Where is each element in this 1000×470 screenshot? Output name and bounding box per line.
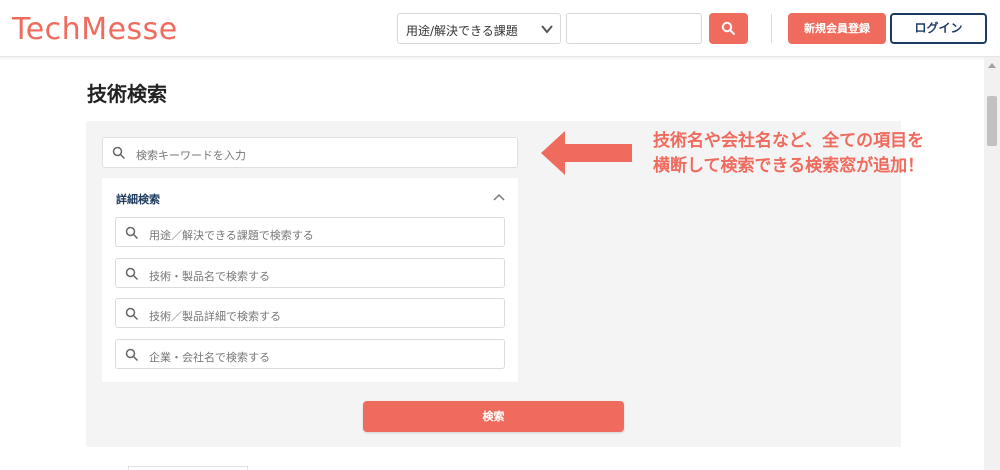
login-button[interactable]: ログイン <box>890 13 987 44</box>
category-select[interactable]: 用途/解決できる課題 <box>397 13 561 44</box>
site-header: TechMesse 用途/解決できる課題 新規会員登録 ログイン <box>0 0 1000 57</box>
chevron-down-icon <box>541 25 553 34</box>
category-select-value: 用途/解決できる課題 <box>406 24 518 38</box>
content-stub <box>128 466 248 470</box>
register-button[interactable]: 新規会員登録 <box>788 13 886 44</box>
search-icon <box>125 226 139 240</box>
search-icon <box>125 348 139 362</box>
header-search-input[interactable] <box>566 13 702 44</box>
field-placeholder: 企業・会社名で検索する <box>149 351 270 364</box>
scroll-up-icon[interactable] <box>988 63 996 68</box>
keyword-search-input[interactable]: 検索キーワードを入力 <box>102 137 518 168</box>
field-placeholder: 技術／製品詳細で検索する <box>149 310 281 323</box>
field-placeholder: 用途／解決できる課題で検索する <box>149 229 314 242</box>
use-case-search-field[interactable]: 用途／解決できる課題で検索する <box>115 217 505 247</box>
annotation-line-1: 技術名や会社名など、全ての項目を <box>653 131 925 151</box>
search-submit-button[interactable]: 検索 <box>363 401 624 432</box>
keyword-search-placeholder: 検索キーワードを入力 <box>136 149 246 162</box>
field-placeholder: 技術・製品名で検索する <box>149 270 270 283</box>
search-icon <box>125 307 139 321</box>
page-title: 技術検索 <box>87 82 167 106</box>
search-icon <box>721 21 736 36</box>
header-divider <box>771 14 772 43</box>
detail-search-title[interactable]: 詳細検索 <box>116 191 160 207</box>
annotation-line-2: 横断して検索できる検索窓が追加！ <box>653 156 925 176</box>
header-search-button[interactable] <box>709 13 748 44</box>
chevron-up-icon[interactable] <box>493 192 505 202</box>
annotation-callout: 技術名や会社名など、全ての項目を 横断して検索できる検索窓が追加！ <box>653 129 924 179</box>
arrow-left-icon <box>541 131 632 175</box>
company-name-search-field[interactable]: 企業・会社名で検索する <box>115 339 505 369</box>
detail-search-box: 詳細検索 用途／解決できる課題で検索する 技術・製品名で検索する 技術／製品詳細… <box>102 178 518 382</box>
search-icon <box>125 267 139 281</box>
site-logo[interactable]: TechMesse <box>12 12 178 47</box>
product-detail-search-field[interactable]: 技術／製品詳細で検索する <box>115 298 505 328</box>
product-name-search-field[interactable]: 技術・製品名で検索する <box>115 258 505 288</box>
scrollbar-thumb[interactable] <box>987 96 997 146</box>
search-icon <box>112 146 126 160</box>
